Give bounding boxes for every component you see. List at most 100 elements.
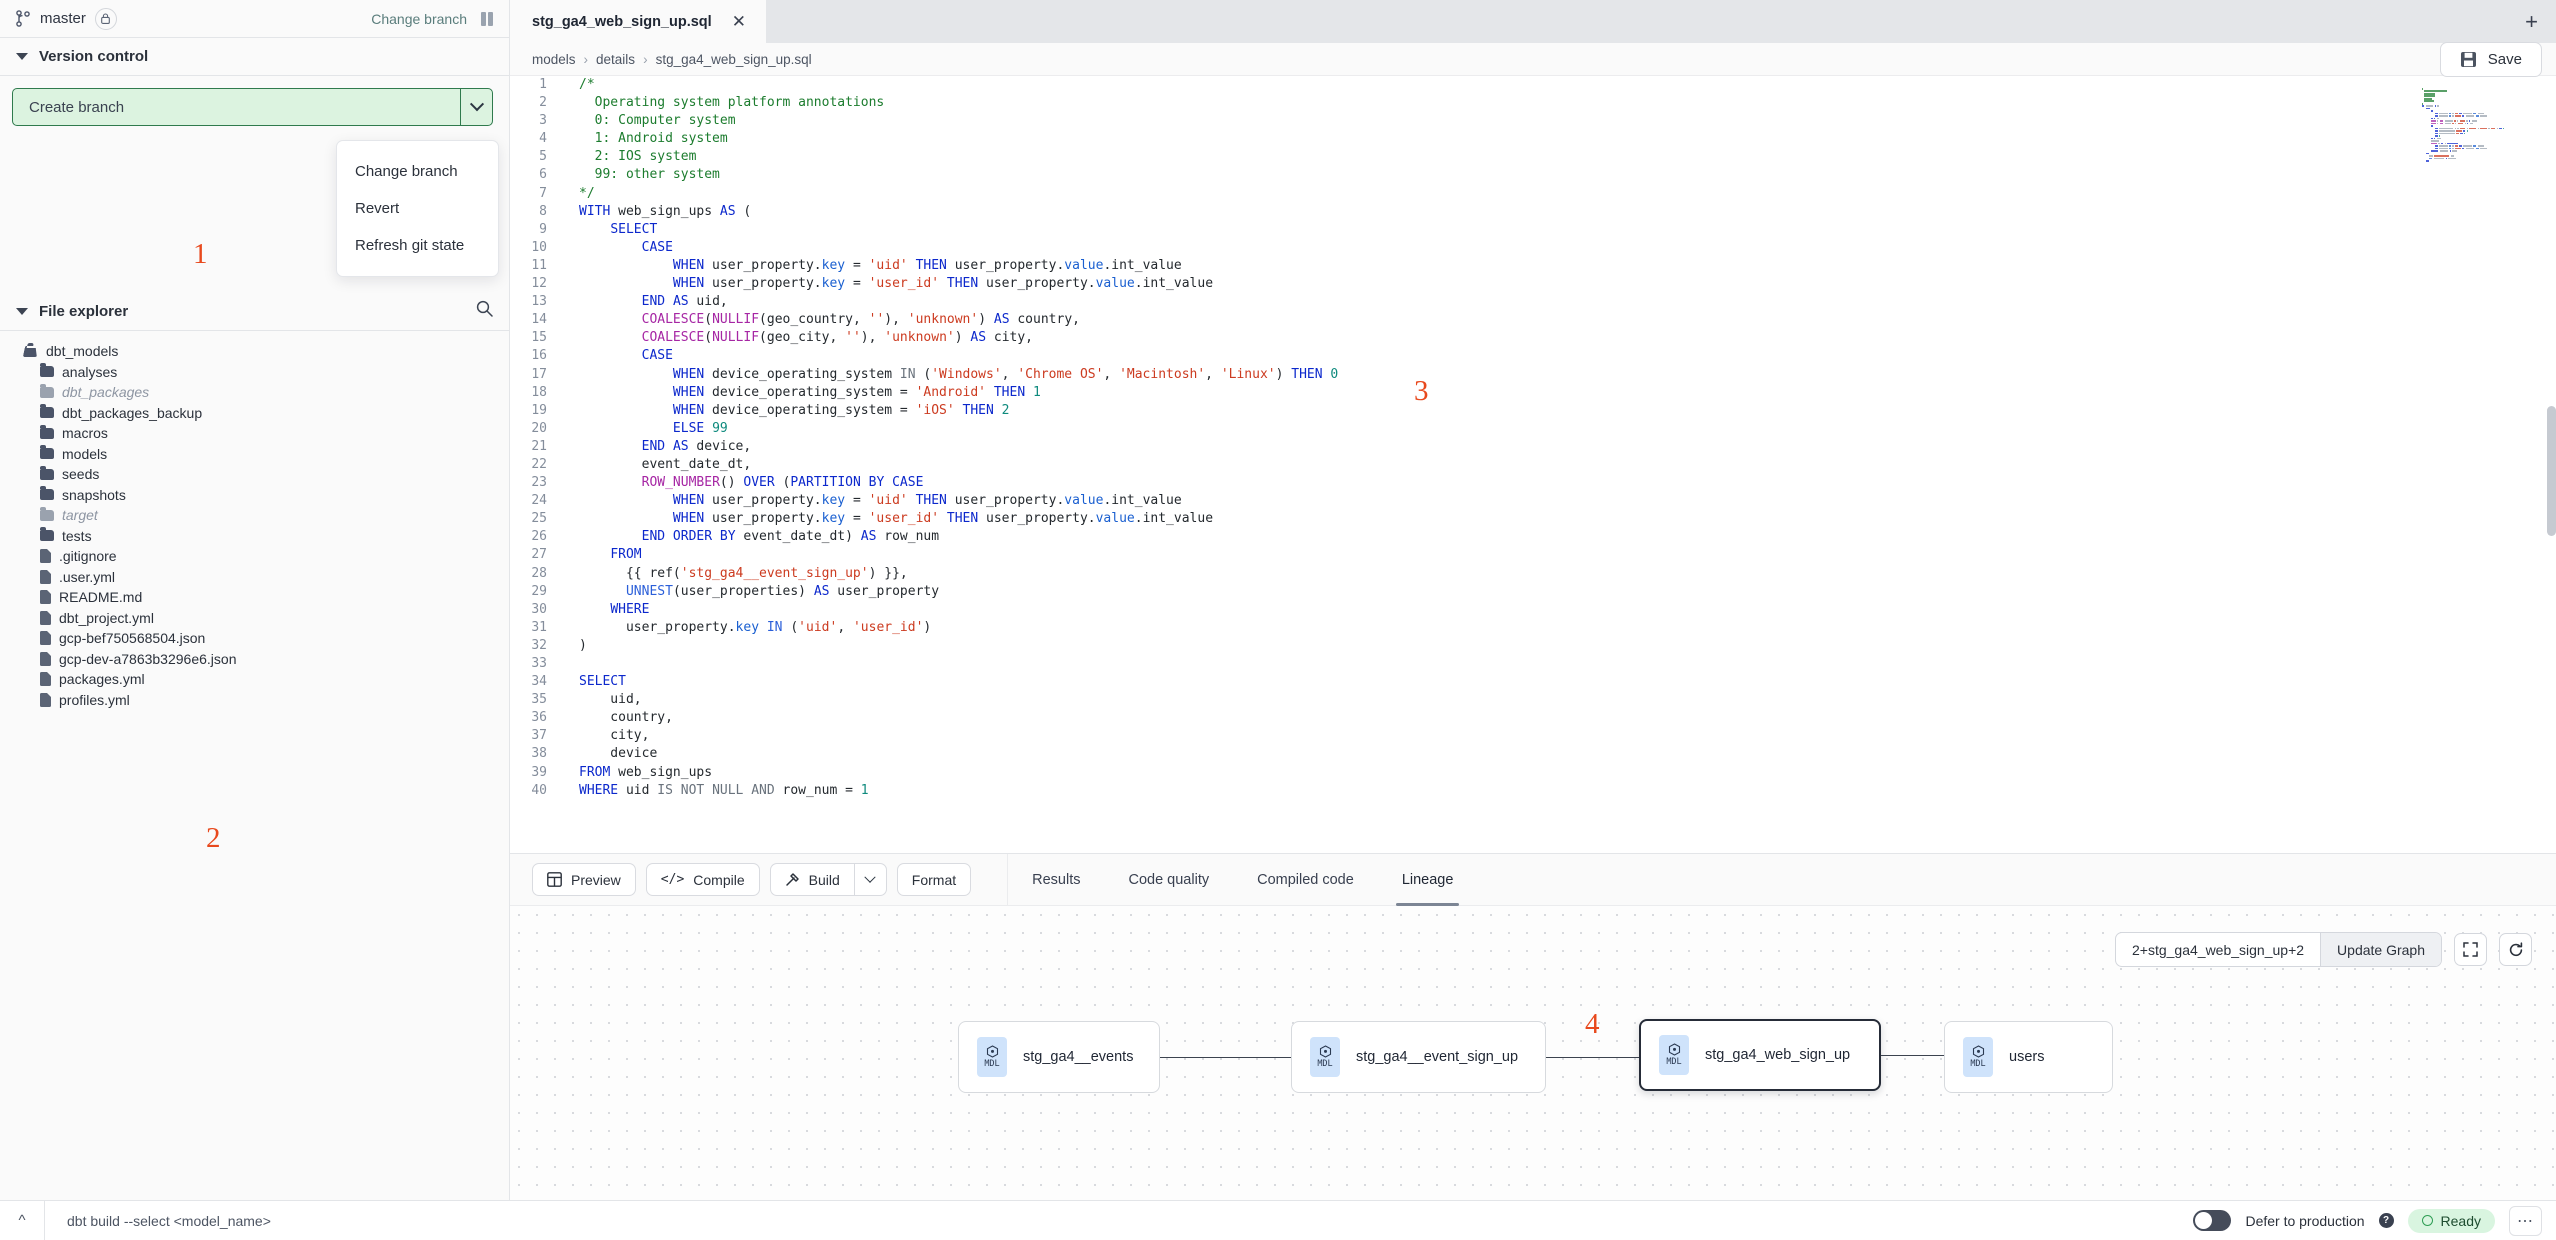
line-source: 1: Android system bbox=[579, 131, 728, 147]
compile-button[interactable]: </> Compile bbox=[645, 863, 760, 896]
item-label: gcp-dev-a7863b3296e6.json bbox=[59, 650, 237, 667]
branch-bar: master Change branch bbox=[0, 0, 509, 38]
line-source: city, bbox=[579, 728, 650, 744]
line-number: 23 bbox=[531, 475, 547, 491]
line-source: WHEN user_property.key = 'uid' THEN user… bbox=[672, 257, 1182, 273]
editor-tab[interactable]: stg_ga4_web_sign_up.sql ✕ bbox=[510, 0, 766, 43]
version-control-header[interactable]: Version control bbox=[0, 38, 509, 76]
lineage-node-label: users bbox=[2009, 1049, 2045, 1065]
folder-item[interactable]: dbt_packages bbox=[0, 382, 509, 403]
chevron-down-icon bbox=[864, 871, 876, 883]
build-button[interactable]: Build bbox=[769, 863, 854, 896]
line-source: WHERE bbox=[610, 601, 650, 617]
line-source: 99: other system bbox=[579, 167, 720, 183]
save-button[interactable]: Save bbox=[2439, 42, 2542, 77]
file-item[interactable]: dbt_project.yml bbox=[0, 608, 509, 629]
line-number: 7 bbox=[539, 185, 547, 201]
editor-vertical-scrollbar[interactable] bbox=[2547, 406, 2556, 536]
file-item[interactable]: profiles.yml bbox=[0, 690, 509, 711]
question-icon[interactable]: ? bbox=[2378, 1213, 2394, 1228]
branch-name: master bbox=[40, 10, 86, 27]
plus-icon[interactable]: + bbox=[2507, 0, 2556, 43]
folder-icon bbox=[40, 506, 54, 521]
folder-item[interactable]: macros bbox=[0, 423, 509, 444]
folder-item[interactable]: snapshots bbox=[0, 485, 509, 506]
minimap-line bbox=[2422, 152, 2544, 155]
chevron-up-icon[interactable]: ^ bbox=[0, 1212, 44, 1229]
code-line: 33 bbox=[510, 655, 2556, 673]
folder-item[interactable]: tests bbox=[0, 526, 509, 547]
line-number: 20 bbox=[531, 420, 547, 436]
code-line: 22 event_date_dt, bbox=[510, 456, 2556, 474]
format-button[interactable]: Format bbox=[896, 863, 972, 896]
lineage-node[interactable]: MDL stg_ga4__events bbox=[958, 1021, 1160, 1093]
folder-item[interactable]: seeds bbox=[0, 464, 509, 485]
file-icon bbox=[40, 590, 51, 605]
search-icon[interactable] bbox=[476, 300, 493, 322]
folder-item[interactable]: analyses bbox=[0, 362, 509, 383]
file-item[interactable]: .gitignore bbox=[0, 546, 509, 567]
preview-button[interactable]: Preview bbox=[532, 863, 636, 896]
status-badge: Ready bbox=[2407, 1208, 2495, 1233]
build-dropdown-toggle[interactable] bbox=[853, 863, 887, 896]
menu-item-change-branch[interactable]: Change branch bbox=[337, 153, 498, 190]
change-branch-link[interactable]: Change branch bbox=[371, 11, 467, 27]
lineage-graph[interactable]: 2+stg_ga4_web_sign_up+2 Update Graph MDL… bbox=[510, 906, 2556, 1200]
breadcrumb-item-details[interactable]: details bbox=[596, 52, 635, 67]
file-explorer-title: File explorer bbox=[39, 302, 129, 320]
tab-results[interactable]: Results bbox=[1008, 854, 1104, 906]
folder-item[interactable]: target bbox=[0, 505, 509, 526]
code-line: 3 0: Computer system bbox=[510, 112, 2556, 130]
tab-lineage[interactable]: Lineage bbox=[1378, 854, 1478, 906]
line-source: UNNEST(user_properties) AS user_property bbox=[625, 583, 940, 599]
folder-item[interactable]: dbt_models bbox=[0, 341, 509, 362]
breadcrumb-item-models[interactable]: models bbox=[532, 52, 576, 67]
create-branch-dropdown-toggle[interactable] bbox=[460, 89, 492, 125]
file-item[interactable]: .user.yml bbox=[0, 567, 509, 588]
menu-item-refresh-git-state[interactable]: Refresh git state bbox=[337, 227, 498, 264]
menu-item-revert[interactable]: Revert bbox=[337, 190, 498, 227]
close-icon[interactable]: ✕ bbox=[732, 12, 746, 32]
file-item[interactable]: README.md bbox=[0, 587, 509, 608]
line-source: device bbox=[579, 746, 658, 762]
create-branch-button[interactable]: Create branch bbox=[12, 88, 493, 126]
code-line: 40 WHERE uid IS NOT NULL AND row_num = 1 bbox=[510, 782, 2556, 800]
lineage-edge bbox=[1546, 1057, 1639, 1058]
tab-compiled-code[interactable]: Compiled code bbox=[1233, 854, 1378, 906]
chevron-right-icon: › bbox=[583, 51, 589, 67]
item-label: dbt_project.yml bbox=[59, 609, 154, 626]
annotation-number: 4 bbox=[1585, 1008, 1600, 1040]
folder-icon bbox=[22, 345, 40, 357]
file-item[interactable]: gcp-dev-a7863b3296e6.json bbox=[0, 649, 509, 670]
line-source: /* bbox=[579, 77, 595, 92]
defer-to-production-toggle[interactable] bbox=[2193, 1210, 2232, 1231]
lineage-node[interactable]: MDL stg_ga4_web_sign_up bbox=[1639, 1019, 1881, 1091]
code-line: 29 UNNEST(user_properties) AS user_prope… bbox=[510, 583, 2556, 601]
book-icon[interactable] bbox=[481, 11, 493, 26]
breadcrumb-item-file[interactable]: stg_ga4_web_sign_up.sql bbox=[656, 52, 812, 67]
minimap-line bbox=[2422, 130, 2544, 132]
file-explorer-header[interactable]: File explorer bbox=[0, 292, 509, 331]
file-item[interactable]: gcp-bef750568504.json bbox=[0, 628, 509, 649]
folder-icon bbox=[40, 424, 54, 439]
line-source: FROM bbox=[610, 547, 642, 563]
item-label: analyses bbox=[62, 363, 118, 380]
lineage-node[interactable]: MDL stg_ga4__event_sign_up bbox=[1291, 1021, 1546, 1093]
folder-item[interactable]: dbt_packages_backup bbox=[0, 403, 509, 424]
line-number: 30 bbox=[531, 601, 547, 617]
code-line: 24 WHEN user_property.key = 'uid' THEN u… bbox=[510, 492, 2556, 510]
body-row: master Change branch Version control Cre… bbox=[0, 0, 2556, 1200]
folder-item[interactable]: models bbox=[0, 444, 509, 465]
code-editor[interactable]: 1 /* 2 Operating system platform annotatio… bbox=[510, 76, 2556, 853]
editor-minimap[interactable] bbox=[2422, 88, 2544, 163]
ellipsis-icon[interactable]: ⋯ bbox=[2509, 1205, 2542, 1236]
minimap-line bbox=[2422, 107, 2544, 110]
code-line: 11 WHEN user_property.key = 'uid' THEN u… bbox=[510, 257, 2556, 275]
lineage-node[interactable]: MDL users bbox=[1944, 1021, 2113, 1093]
table-icon bbox=[547, 872, 562, 887]
line-number: 17 bbox=[531, 366, 547, 382]
tab-code-quality[interactable]: Code quality bbox=[1104, 854, 1233, 906]
status-label: Ready bbox=[2440, 1212, 2481, 1229]
file-item[interactable]: packages.yml bbox=[0, 669, 509, 690]
code-line: 19 WHEN device_operating_system = 'iOS' … bbox=[510, 402, 2556, 420]
